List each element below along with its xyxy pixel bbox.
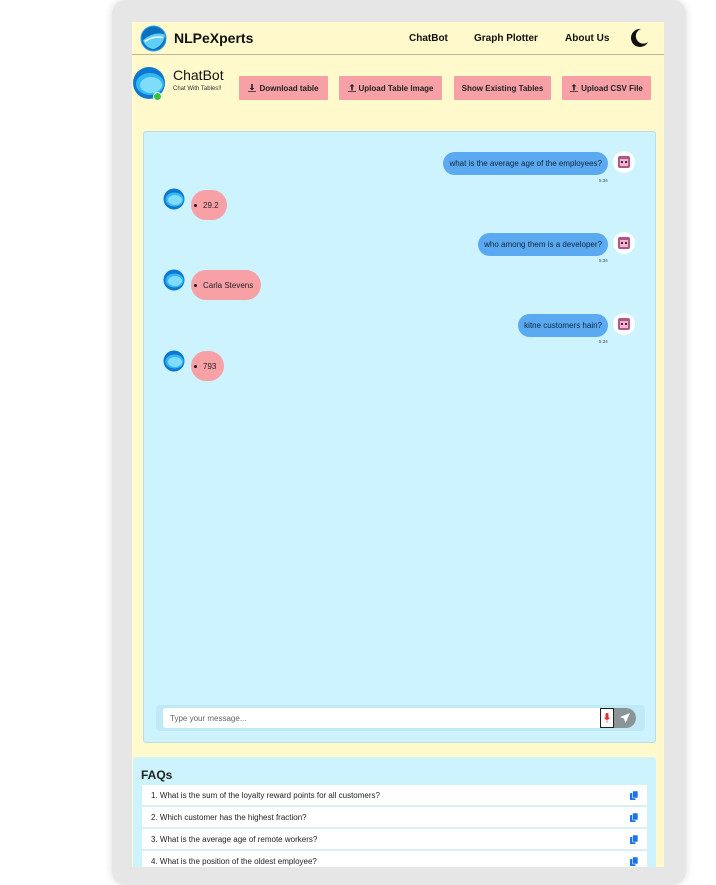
upload-table-image-button[interactable]: Upload Table Image	[339, 76, 442, 100]
bullet-dot	[194, 364, 197, 368]
faq-item[interactable]: 3. What is the average age of remote wor…	[142, 829, 647, 850]
user-avatar	[613, 151, 635, 173]
bot-message-avatar	[163, 188, 185, 210]
nav-link-about-us[interactable]: About Us	[565, 33, 609, 44]
upload-icon	[570, 84, 579, 92]
user-avatar	[613, 232, 635, 254]
download-icon	[248, 84, 257, 92]
copy-icon[interactable]	[630, 813, 638, 822]
message-composer	[156, 705, 645, 731]
copy-icon[interactable]	[630, 835, 638, 844]
bot-message-avatar	[163, 269, 185, 291]
nav-link-chatbot[interactable]: ChatBot	[409, 33, 448, 44]
show-existing-tables-label: Show Existing Tables	[461, 83, 544, 93]
faq-list: 1. What is the sum of the loyalty reward…	[142, 785, 647, 867]
brand-name[interactable]: NLPeXperts	[174, 30, 253, 46]
moon-icon[interactable]	[629, 28, 649, 48]
chat-panel: what is the average age of the employees…	[143, 131, 656, 743]
user-avatar	[613, 313, 635, 335]
navbar: NLPeXperts ChatBot Graph Plotter About U…	[132, 22, 664, 55]
user-avatar-icon	[618, 237, 630, 249]
download-table-button[interactable]: Download table	[239, 76, 328, 100]
message-input[interactable]	[163, 708, 600, 728]
chatbot-subtitle: Chat With Tables!!	[173, 86, 222, 92]
app-screen: NLPeXperts ChatBot Graph Plotter About U…	[132, 22, 664, 867]
upload-csv-button[interactable]: Upload CSV File	[562, 76, 651, 100]
download-table-label: Download table	[259, 83, 319, 93]
bot-message-bubble: 29.2	[191, 190, 227, 220]
copy-icon[interactable]	[630, 857, 638, 866]
message-time: 5:34	[599, 258, 608, 263]
logo-icon	[140, 25, 167, 52]
user-avatar-icon	[618, 156, 630, 168]
faq-item[interactable]: 1. What is the sum of the loyalty reward…	[142, 785, 647, 806]
bot-message-avatar	[163, 350, 185, 372]
user-message-bubble: what is the average age of the employees…	[443, 152, 608, 175]
user-avatar-icon	[618, 318, 630, 330]
microphone-icon	[604, 713, 610, 723]
nav-link-graph-plotter[interactable]: Graph Plotter	[474, 33, 538, 44]
bot-message-text: 29.2	[203, 200, 219, 210]
bot-message-bubble: 793	[191, 351, 225, 381]
user-message-bubble: kitne customers hain?	[518, 314, 608, 337]
faq-item[interactable]: 2. Which customer has the highest fracti…	[142, 807, 647, 828]
send-icon	[620, 713, 630, 723]
bot-message-bubble: Carla Stevens	[191, 270, 262, 300]
bot-message-text: 793	[203, 361, 217, 371]
send-button[interactable]	[614, 708, 636, 728]
faq-panel: FAQs 1. What is the sum of the loyalty r…	[133, 757, 656, 867]
faq-item[interactable]: 4. What is the position of the oldest em…	[142, 851, 647, 867]
faq-question: 2. Which customer has the highest fracti…	[151, 812, 307, 822]
user-message-bubble: who among them is a developer?	[478, 233, 608, 256]
online-status-dot	[153, 92, 162, 101]
faq-title: FAQs	[141, 768, 173, 782]
bullet-dot	[194, 203, 197, 207]
message-time: 5:34	[599, 339, 608, 344]
faq-question: 4. What is the position of the oldest em…	[151, 856, 317, 866]
bot-message-text: Carla Stevens	[203, 280, 254, 290]
upload-icon	[347, 84, 356, 92]
upload-table-image-label: Upload Table Image	[358, 83, 434, 93]
upload-csv-label: Upload CSV File	[581, 83, 643, 93]
message-time: 5:34	[599, 178, 608, 183]
bullet-dot	[194, 283, 197, 287]
faq-question: 1. What is the sum of the loyalty reward…	[151, 790, 380, 800]
copy-icon[interactable]	[630, 791, 638, 800]
microphone-button[interactable]	[600, 708, 614, 728]
faq-question: 3. What is the average age of remote wor…	[151, 834, 318, 844]
chatbot-title: ChatBot	[173, 67, 224, 83]
show-existing-tables-button[interactable]: Show Existing Tables	[454, 76, 551, 100]
